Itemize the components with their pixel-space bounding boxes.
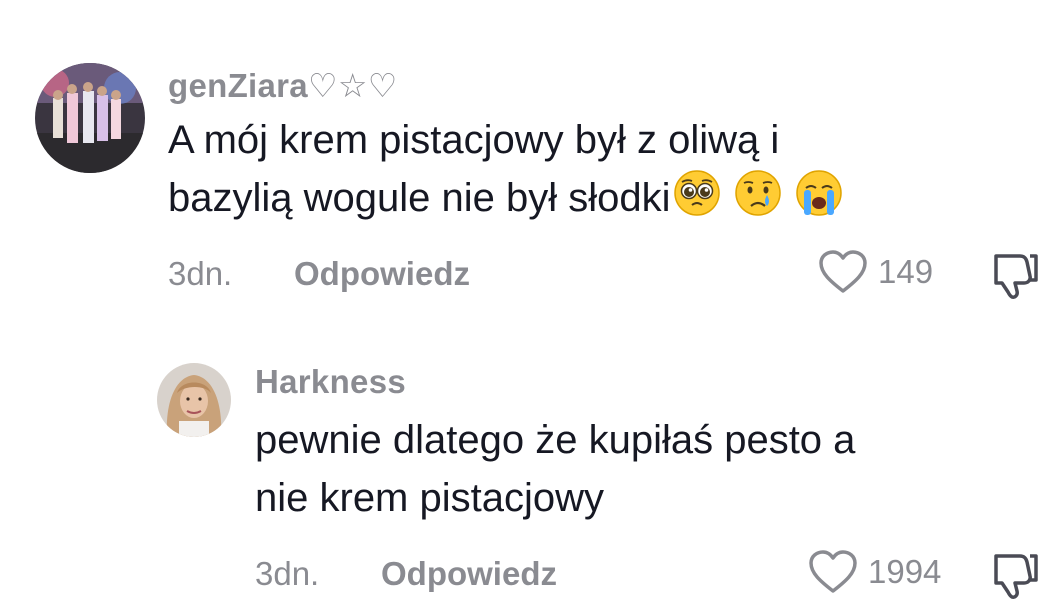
username[interactable]: Harkness xyxy=(255,363,406,401)
comment-text: pewnie dlatego że kupiłaś pesto a nie kr… xyxy=(255,411,855,527)
comment-text-line: nie krem pistacjowy xyxy=(255,476,605,520)
heart-outline-icon xyxy=(809,550,857,593)
like-count: 1994 xyxy=(868,553,942,590)
dislike-button[interactable] xyxy=(990,550,1040,605)
thumbs-down-outline-icon xyxy=(994,554,1038,599)
comment-2: Harkness pewnie dlatego że kupiłaś pesto… xyxy=(0,0,1053,604)
comment-text-line: pewnie dlatego że kupiłaś pesto a xyxy=(255,418,856,462)
reply-button[interactable]: Odpowiedz xyxy=(381,555,557,593)
avatar[interactable] xyxy=(157,363,231,437)
comment-timestamp: 3dn. xyxy=(255,555,320,592)
like-button[interactable]: 1994 xyxy=(808,549,941,595)
